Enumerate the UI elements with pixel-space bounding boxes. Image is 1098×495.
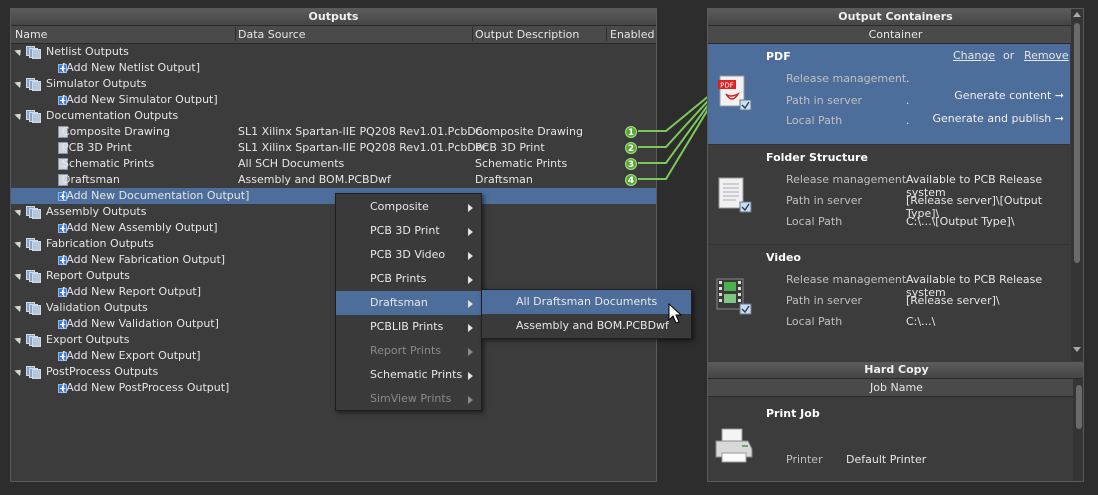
printer-icon [715, 428, 753, 463]
remove-link[interactable]: Remove [1024, 49, 1069, 62]
menu-item-label: Schematic Prints [370, 368, 463, 381]
menu-item-draftsman[interactable]: Draftsman [336, 291, 481, 315]
mouse-cursor-icon [668, 303, 682, 324]
pdf-release-management-value: . [906, 72, 910, 85]
submenu-item-assembly-and-bom-pcbdwf[interactable]: Assembly and BOM.PCBDwf [482, 314, 691, 338]
menu-item-label: PCB Prints [370, 272, 427, 285]
container-title-video: Video [766, 251, 801, 264]
submenu-item-all-draftsman-documents[interactable]: All Draftsman Documents [482, 290, 691, 314]
menu-item-schematic-prints[interactable]: Schematic Prints [336, 363, 481, 387]
container-card-video[interactable]: Video Release management Available to PC… [708, 244, 1070, 345]
container-column-header: Container [708, 26, 1083, 44]
submenu-item-label: All Draftsman Documents [516, 295, 658, 308]
menu-item-label: Composite [370, 200, 429, 213]
folder-local-path-label: Local Path [786, 215, 843, 228]
submenu-arrow-icon [468, 396, 473, 404]
menu-item-composite[interactable]: Composite [336, 195, 481, 219]
column-container[interactable]: Container [869, 28, 923, 41]
video-path-in-server-label: Path in server [786, 294, 863, 307]
containers-panel-title: Output Containers [708, 9, 1083, 26]
svg-text:PDF: PDF [720, 82, 734, 90]
hard-copy-section: Hard Copy Job Name Print Job Printer Def… [708, 362, 1083, 481]
menu-item-label: PCB 3D Video [370, 248, 446, 261]
menu-item-pcb-3d-video[interactable]: PCB 3D Video [336, 243, 481, 267]
job-name-column-header: Job Name [708, 379, 1083, 397]
submenu-arrow-icon [468, 348, 473, 356]
submenu-arrow-icon [468, 276, 473, 284]
container-list: PDF PDF Change or Remove Release managem… [708, 44, 1083, 354]
video-icon [716, 278, 752, 315]
folder-structure-icon [718, 177, 752, 213]
menu-item-report-prints: Report Prints [336, 339, 481, 363]
printer-label: Printer [786, 453, 823, 466]
submenu-arrow-icon [468, 252, 473, 260]
pdf-local-path-value: . [906, 114, 910, 127]
add-output-context-menu: Composite PCB 3D Print PCB 3D Video PCB Pri… [335, 193, 482, 411]
change-link[interactable]: Change [953, 49, 995, 62]
submenu-item-label: Assembly and BOM.PCBDwf [516, 319, 669, 332]
pdf-icon: PDF [718, 75, 752, 111]
generate-content-link[interactable]: Generate content ➞ [954, 89, 1064, 102]
folder-local-path-value: C:\...\[Output Type]\ [906, 215, 1015, 228]
print-job-card[interactable]: Print Job Printer Default Printer [708, 397, 1070, 481]
submenu-arrow-icon [468, 300, 473, 308]
hard-copy-title: Hard Copy [708, 362, 1083, 379]
video-local-path-label: Local Path [786, 315, 843, 328]
menu-item-label: SimView Prints [370, 392, 452, 405]
hard-copy-scrollbar[interactable] [1073, 379, 1083, 481]
submenu-arrow-icon [468, 372, 473, 380]
menu-item-pcblib-prints[interactable]: PCBLIB Prints [336, 315, 481, 339]
pdf-release-management-label: Release management [786, 72, 907, 85]
pdf-path-in-server-value: . [906, 94, 910, 107]
generate-and-publish-link[interactable]: Generate and publish ➞ [932, 112, 1064, 125]
print-job-title: Print Job [766, 407, 820, 420]
container-title-folder-structure: Folder Structure [766, 151, 868, 164]
output-containers-panel: Output Containers Container PDF PDF Chan… [707, 8, 1084, 482]
scroll-up-arrow-icon[interactable] [1073, 12, 1081, 17]
submenu-arrow-icon [468, 228, 473, 236]
menu-item-label: Draftsman [370, 296, 428, 309]
video-local-path-value: C:\...\ [906, 315, 936, 328]
scroll-down-arrow-icon[interactable] [1073, 347, 1081, 352]
or-text: or [1003, 49, 1015, 62]
folder-release-management-label: Release management [786, 173, 907, 186]
video-release-management-label: Release management [786, 273, 907, 286]
menu-item-simview-prints: SimView Prints [336, 387, 481, 411]
submenu-arrow-icon [468, 324, 473, 332]
column-job-name[interactable]: Job Name [870, 381, 923, 394]
containers-scroll-thumb[interactable] [1074, 23, 1080, 263]
containers-scrollbar[interactable] [1071, 9, 1083, 361]
menu-item-pcb-prints[interactable]: PCB Prints [336, 267, 481, 291]
menu-item-pcb-3d-print[interactable]: PCB 3D Print [336, 219, 481, 243]
pdf-path-in-server-label: Path in server [786, 94, 863, 107]
container-card-pdf[interactable]: PDF PDF Change or Remove Release managem… [708, 44, 1070, 144]
menu-item-label: PCBLIB Prints [370, 320, 444, 333]
container-card-folder-structure[interactable]: Folder Structure Release management Avai… [708, 144, 1070, 245]
folder-path-in-server-label: Path in server [786, 194, 863, 207]
submenu-arrow-icon [468, 204, 473, 212]
video-path-in-server-value: [Release server]\ [906, 294, 1000, 307]
printer-value: Default Printer [846, 453, 927, 466]
container-title-pdf: PDF [766, 50, 791, 63]
hard-copy-scroll-thumb[interactable] [1076, 385, 1082, 429]
pdf-local-path-label: Local Path [786, 114, 843, 127]
menu-item-label: PCB 3D Print [370, 224, 440, 237]
draftsman-submenu: All Draftsman Documents Assembly and BOM.… [481, 289, 692, 339]
menu-item-label: Report Prints [370, 344, 441, 357]
